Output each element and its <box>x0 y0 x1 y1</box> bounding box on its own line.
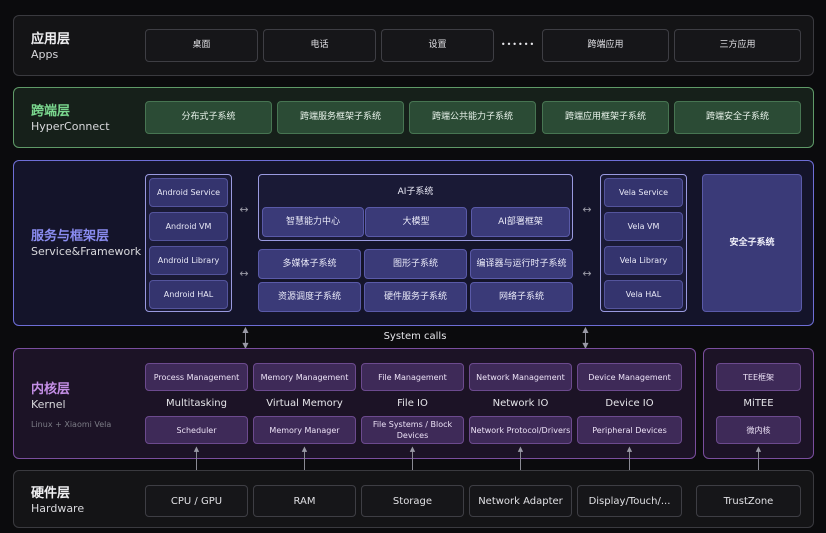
compiler-runtime-subsystem[interactable]: 编译器与运行时子系统 <box>470 249 573 279</box>
double-arrow-icon: ↔ <box>582 267 592 280</box>
cross-device-security[interactable]: 跨端安全子系统 <box>674 101 801 134</box>
hw-storage[interactable]: Storage <box>361 485 464 517</box>
apps-ellipsis: •••••• <box>500 40 536 49</box>
app-third-party[interactable]: 三方应用 <box>674 29 801 62</box>
app-phone[interactable]: 电话 <box>263 29 376 62</box>
memory-manager[interactable]: Memory Manager <box>253 416 356 444</box>
hw-trustzone[interactable]: TrustZone <box>696 485 801 517</box>
device-management[interactable]: Device Management <box>577 363 682 391</box>
app-cross-device[interactable]: 跨端应用 <box>542 29 669 62</box>
network-subsystem[interactable]: 网络子系统 <box>470 282 573 312</box>
apps-layer-subtitle: Apps <box>31 48 59 61</box>
ai-subsystem-title: AI子系统 <box>397 187 434 197</box>
double-arrow-icon: ↔ <box>582 203 592 216</box>
file-management[interactable]: File Management <box>361 363 464 391</box>
android-hal[interactable]: Android HAL <box>149 280 228 309</box>
ai-smart-capability-center[interactable]: 智慧能力中心 <box>262 207 364 237</box>
double-arrow-icon: ↔ <box>239 203 249 216</box>
service-layer-title: 服务与框架层 <box>31 229 110 244</box>
arrow-up-icon: ▲ <box>301 445 308 453</box>
app-settings[interactable]: 设置 <box>381 29 494 62</box>
hyperconnect-layer: 跨端层 HyperConnect 分布式子系统 跨端服务框架子系统 跨端公共能力… <box>13 87 814 148</box>
app-desktop[interactable]: 桌面 <box>145 29 258 62</box>
apps-layer: 应用层 Apps 桌面 电话 设置 •••••• 跨端应用 三方应用 <box>13 15 814 76</box>
vela-service[interactable]: Vela Service <box>604 178 683 207</box>
tee-framework[interactable]: TEE框架 <box>716 363 801 391</box>
ai-large-model[interactable]: 大模型 <box>365 207 467 237</box>
device-io-label: Device IO <box>605 398 654 409</box>
arrow-up-icon: ▲ <box>193 445 200 453</box>
network-management[interactable]: Network Management <box>469 363 572 391</box>
arrow-up-icon: ▲ <box>755 445 762 453</box>
multitasking-label: Multitasking <box>166 398 227 409</box>
cross-device-service-framework[interactable]: 跨端服务框架子系统 <box>277 101 404 134</box>
multimedia-subsystem[interactable]: 多媒体子系统 <box>258 249 361 279</box>
hardware-layer: 硬件层 Hardware CPU / GPU RAM Storage Netwo… <box>13 470 814 528</box>
graphics-subsystem[interactable]: 图形子系统 <box>364 249 467 279</box>
vela-library[interactable]: Vela Library <box>604 246 683 275</box>
kernel-layer-title: 内核层 <box>31 382 71 397</box>
process-management[interactable]: Process Management <box>145 363 248 391</box>
scheduler[interactable]: Scheduler <box>145 416 248 444</box>
hw-display-touch[interactable]: Display/Touch/... <box>577 485 682 517</box>
kernel-note: Linux + Xiaomi Vela <box>31 420 112 429</box>
distributed-subsystem[interactable]: 分布式子系统 <box>145 101 272 134</box>
vela-group: Vela Service Vela VM Vela Library Vela H… <box>600 174 687 312</box>
hyperconnect-layer-title: 跨端层 <box>31 104 71 119</box>
vela-hal[interactable]: Vela HAL <box>604 280 683 309</box>
kernel-layer: 内核层 Kernel Linux + Xiaomi Vela Process M… <box>13 348 696 459</box>
double-arrow-icon: ↔ <box>239 267 249 280</box>
hw-network-adapter[interactable]: Network Adapter <box>469 485 572 517</box>
memory-management[interactable]: Memory Management <box>253 363 356 391</box>
peripheral-devices[interactable]: Peripheral Devices <box>577 416 682 444</box>
microkernel[interactable]: 微内核 <box>716 416 801 444</box>
arrow-up-icon: ▲ <box>582 325 589 334</box>
service-framework-layer: 服务与框架层 Service&Framework Android Service… <box>13 160 814 326</box>
resource-scheduling-subsystem[interactable]: 资源调度子系统 <box>258 282 361 312</box>
hardware-layer-subtitle: Hardware <box>31 502 85 515</box>
service-layer-subtitle: Service&Framework <box>31 245 142 258</box>
arrow-up-icon: ▲ <box>242 325 249 334</box>
hw-cpu-gpu[interactable]: CPU / GPU <box>145 485 248 517</box>
file-systems-block-devices[interactable]: File Systems / Block Devices <box>361 416 464 444</box>
file-io-label: File IO <box>397 398 428 409</box>
virtual-memory-label: Virtual Memory <box>266 398 343 409</box>
hardware-service-subsystem[interactable]: 硬件服务子系统 <box>364 282 467 312</box>
android-group: Android Service Android VM Android Libra… <box>145 174 232 312</box>
mitee-label: MiTEE <box>743 398 774 409</box>
kernel-layer-subtitle: Kernel <box>31 398 66 411</box>
arrow-up-icon: ▲ <box>409 445 416 453</box>
vela-vm[interactable]: Vela VM <box>604 212 683 241</box>
system-calls-label: System calls <box>383 331 447 342</box>
ai-subsystem-group: AI子系统 智慧能力中心 大模型 AI部署框架 <box>258 174 573 241</box>
cross-device-common-capability[interactable]: 跨端公共能力子系统 <box>409 101 536 134</box>
hyperconnect-layer-subtitle: HyperConnect <box>31 120 110 133</box>
android-library[interactable]: Android Library <box>149 246 228 275</box>
mitee-layer: TEE框架 MiTEE 微内核 <box>703 348 814 459</box>
network-io-label: Network IO <box>492 398 549 409</box>
security-subsystem[interactable]: 安全子系统 <box>702 174 802 312</box>
hardware-layer-title: 硬件层 <box>31 486 71 501</box>
ai-deployment-framework[interactable]: AI部署框架 <box>471 207 570 237</box>
arrow-up-icon: ▲ <box>517 445 524 453</box>
hw-ram[interactable]: RAM <box>253 485 356 517</box>
android-vm[interactable]: Android VM <box>149 212 228 241</box>
cross-device-app-framework[interactable]: 跨端应用框架子系统 <box>542 101 669 134</box>
android-service[interactable]: Android Service <box>149 178 228 207</box>
network-protocol-drivers[interactable]: Network Protocol/Drivers <box>469 416 572 444</box>
apps-layer-title: 应用层 <box>31 32 71 47</box>
arrow-up-icon: ▲ <box>626 445 633 453</box>
